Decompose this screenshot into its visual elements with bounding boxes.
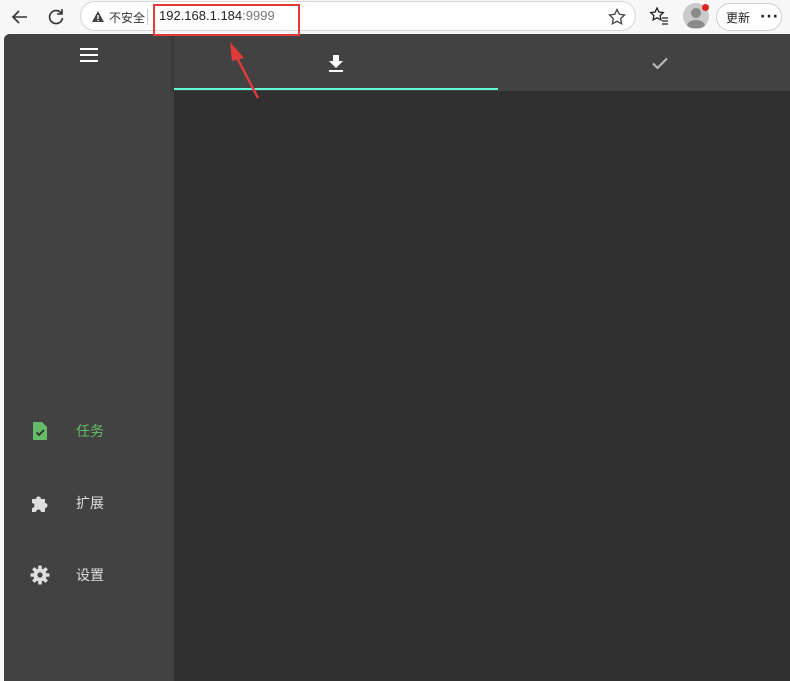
security-indicator[interactable]: 不安全 [91, 8, 145, 26]
tab-active-indicator [174, 88, 498, 90]
sidebar-item-settings[interactable]: 设置 [4, 551, 174, 599]
puzzle-icon [32, 496, 48, 512]
url-text[interactable]: 192.168.1.184:9999 [159, 8, 275, 23]
sidebar-item-label: 任务 [76, 424, 104, 440]
reload-button[interactable] [42, 3, 70, 31]
app-window: 任务 扩展 设置 [4, 34, 790, 681]
more-menu-icon[interactable]: ··· [760, 9, 779, 25]
back-button[interactable] [6, 3, 34, 31]
gear-icon [30, 565, 50, 585]
update-button[interactable]: 更新 ··· [716, 3, 782, 31]
task-list-area [174, 91, 790, 681]
url-port: :9999 [242, 8, 275, 23]
notification-dot [702, 4, 709, 11]
security-label: 不安全 [109, 10, 146, 25]
address-bar[interactable]: 不安全 192.168.1.184:9999 [80, 1, 636, 31]
favorites-icon[interactable] [648, 5, 670, 27]
favorite-star-icon[interactable] [607, 7, 627, 27]
sidebar-item-label: 设置 [76, 568, 104, 584]
sidebar-item-tasks[interactable]: 任务 [4, 407, 174, 455]
sidebar: 任务 扩展 设置 [4, 34, 174, 681]
sidebar-item-label: 扩展 [76, 496, 104, 512]
tab-completed[interactable] [498, 34, 790, 91]
back-arrow-icon [11, 10, 27, 24]
url-host: 192.168.1.184 [159, 8, 243, 23]
check-icon [652, 57, 668, 69]
task-file-icon [33, 422, 47, 440]
address-divider [147, 9, 148, 25]
sidebar-item-extensions[interactable]: 扩展 [4, 479, 174, 527]
reload-icon [48, 9, 64, 25]
menu-icon[interactable] [80, 48, 98, 62]
tab-downloading[interactable] [174, 34, 498, 91]
update-label: 更新 [726, 10, 751, 25]
browser-toolbar: 不安全 192.168.1.184:9999 更新 ··· [0, 0, 790, 34]
tab-bar [174, 34, 790, 91]
download-icon [329, 54, 343, 72]
warning-icon [92, 11, 104, 22]
